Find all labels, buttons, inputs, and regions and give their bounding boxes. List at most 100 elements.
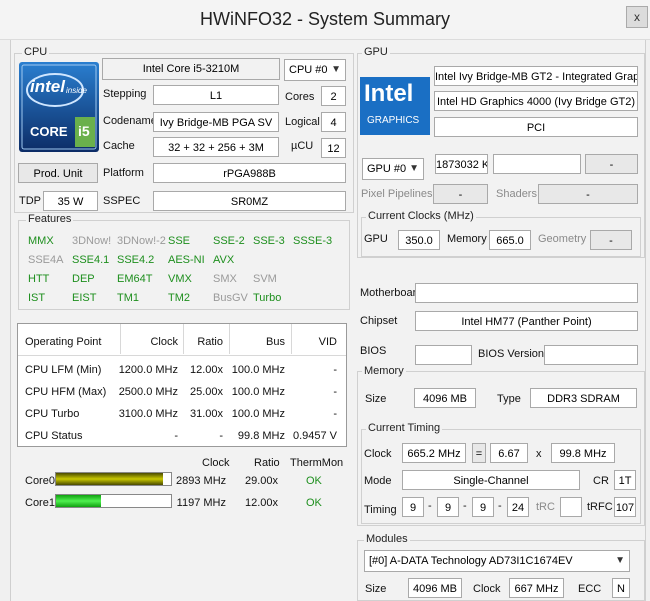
pixel-pipelines-value: - xyxy=(433,184,488,204)
memory-legend: Memory xyxy=(362,365,406,377)
platform-label: Platform xyxy=(103,167,144,179)
bios-label: BIOS xyxy=(360,345,387,357)
cpu-name-field: Intel Core i5-3210M xyxy=(102,58,280,80)
op-row-vid: - xyxy=(333,386,337,398)
mem-multiplier: 6.67 xyxy=(490,443,528,463)
timing-dash: - xyxy=(498,500,502,512)
memory-size-value: 4096 MB xyxy=(414,388,476,408)
window-title: HWiNFO32 - System Summary xyxy=(199,9,451,29)
features-legend: Features xyxy=(26,213,74,225)
sspec-label: SSPEC xyxy=(103,195,141,207)
ucu-value: 12 xyxy=(321,138,346,158)
equals-sign: = xyxy=(472,443,486,463)
codename-label: Codename xyxy=(103,115,157,127)
op-row-name: CPU Status xyxy=(25,430,83,442)
gpu-extra-field: - xyxy=(585,154,638,174)
cpu-legend: CPU xyxy=(22,46,50,58)
gpu-model-field: Intel HD Graphics 4000 (Ivy Bridge GT2) xyxy=(434,91,638,111)
chevron-down-icon: ▼ xyxy=(615,555,625,566)
op-row-bus: 100.0 MHz xyxy=(231,408,285,420)
core0-clock: 2893 MHz xyxy=(176,475,227,487)
cpu-selector[interactable]: CPU #0 ▼ xyxy=(284,59,346,81)
core1-thermmon: OK xyxy=(306,497,322,509)
gpu-id-field: 1873032 K xyxy=(435,154,488,174)
tdp-label: TDP xyxy=(19,195,41,207)
current-timing-legend: Current Timing xyxy=(366,422,443,434)
op-row-name: CPU Turbo xyxy=(25,408,80,420)
module-size-label: Size xyxy=(365,583,387,595)
gpu-selector-value: GPU #0 xyxy=(367,163,407,175)
gpu-clock-label: GPU xyxy=(364,233,388,245)
module-selector[interactable]: [#0] A-DATA Technology AD73I1C1674EV ▼ xyxy=(364,550,630,572)
stepping-label: Stepping xyxy=(103,88,147,100)
timing-tras: 24 xyxy=(507,497,529,517)
module-clock-label: Clock xyxy=(473,583,501,595)
memory-size-label: Size xyxy=(365,393,387,405)
feature-flag: SVM xyxy=(253,273,277,285)
op-row-ratio: 12.00x xyxy=(189,364,223,376)
gpu-selector[interactable]: GPU #0 ▼ xyxy=(362,158,424,180)
gpu-blank-field xyxy=(493,154,581,174)
geometry-value: - xyxy=(590,230,632,250)
module-selector-value: [#0] A-DATA Technology AD73I1C1674EV xyxy=(369,555,573,567)
feature-flag: SSSE-3 xyxy=(293,235,333,247)
feature-flag: SMX xyxy=(213,273,237,285)
core1-usage-bar xyxy=(55,494,172,508)
op-row-bus: 100.0 MHz xyxy=(231,364,285,376)
mem-clock-label: Clock xyxy=(364,448,392,460)
feature-flag: AES-NI xyxy=(168,254,205,266)
feature-flag: VMX xyxy=(168,273,192,285)
stepping-value: L1 xyxy=(153,85,279,105)
gpu-legend: GPU xyxy=(362,46,390,58)
op-row-ratio: 31.00x xyxy=(189,408,223,420)
gpu-name-field: Intel Ivy Bridge-MB GT2 - Integrated Gra… xyxy=(434,66,638,86)
feature-flag: HTT xyxy=(28,273,50,285)
motherboard-label: Motherboard xyxy=(360,287,423,299)
feature-flag: BusGV xyxy=(213,292,248,304)
close-button[interactable]: x xyxy=(626,6,648,28)
module-size-value: 4096 MB xyxy=(408,578,462,598)
cache-value: 32 + 32 + 256 + 3M xyxy=(153,137,279,157)
core0-usage-bar xyxy=(55,472,172,486)
core1-ratio: 12.00x xyxy=(244,497,278,509)
core0-usage-fill xyxy=(56,473,163,485)
bios-version-label: BIOS Version xyxy=(478,348,545,360)
prod-unit-field: Prod. Unit xyxy=(18,163,98,183)
op-row-bus: 99.8 MHz xyxy=(237,430,285,442)
op-header-ratio: Ratio xyxy=(197,336,223,348)
shaders-label: Shaders xyxy=(496,188,537,200)
modules-legend: Modules xyxy=(364,533,410,545)
feature-flag: SSE-2 xyxy=(213,235,245,247)
timing-cl: 9 xyxy=(402,497,424,517)
op-header-point: Operating Point xyxy=(25,336,102,348)
mode-label: Mode xyxy=(364,475,392,487)
core1-usage-fill xyxy=(56,495,101,507)
feature-flag: TM2 xyxy=(168,292,190,304)
core-header-thermmon: ThermMon xyxy=(290,457,344,469)
trc-label: tRC xyxy=(536,501,555,513)
codename-value: Ivy Bridge-MB PGA SV xyxy=(153,112,279,132)
intel-graphics-brand: Intel xyxy=(364,80,414,107)
trfc-value: 107 xyxy=(614,497,636,517)
feature-flag: TM1 xyxy=(117,292,139,304)
feature-flag: 3DNow! xyxy=(72,235,112,247)
feature-flag: SSE4.2 xyxy=(117,254,155,266)
core0-thermmon: OK xyxy=(306,475,322,487)
trc-value xyxy=(560,497,582,517)
feature-flag: EIST xyxy=(72,292,97,304)
sspec-value: SR0MZ xyxy=(153,191,346,211)
header-divider xyxy=(18,355,346,356)
op-row-name: CPU HFM (Max) xyxy=(25,386,107,398)
core0-ratio: 29.00x xyxy=(244,475,278,487)
feature-flag: SSE4.1 xyxy=(72,254,110,266)
mode-value: Single-Channel xyxy=(402,470,580,490)
timing-label: Timing xyxy=(364,504,397,516)
feature-flag: 3DNow!-2 xyxy=(117,235,166,247)
geometry-label: Geometry xyxy=(538,233,587,245)
memory-type-value: DDR3 SDRAM xyxy=(530,388,637,408)
features-grid: MMX 3DNow! 3DNow!-2 SSE SSE-2 SSE-3 SSSE-3 SSE4… xyxy=(28,235,348,307)
chevron-down-icon: ▼ xyxy=(409,163,419,174)
cpu-selector-value: CPU #0 xyxy=(289,64,328,76)
ecc-label: ECC xyxy=(578,583,602,595)
core1-label: Core1 xyxy=(25,497,55,509)
